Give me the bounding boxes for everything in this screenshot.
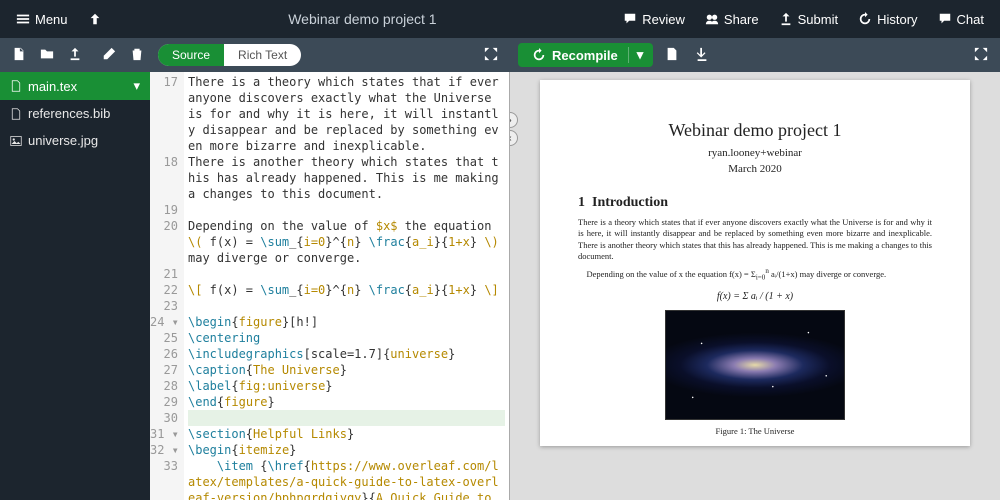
recompile-icon bbox=[532, 48, 546, 62]
up-button[interactable] bbox=[80, 8, 110, 30]
download-pdf-button[interactable] bbox=[691, 43, 713, 68]
figure-image bbox=[665, 310, 845, 420]
new-file-button[interactable] bbox=[8, 43, 30, 68]
chevron-left-icon[interactable]: ‹ bbox=[510, 130, 518, 146]
doc-title: Webinar demo project 1 bbox=[578, 120, 932, 141]
source-tab[interactable]: Source bbox=[158, 44, 224, 66]
pdf-page: Webinar demo project 1 ryan.looney+webin… bbox=[540, 80, 970, 446]
file-item[interactable]: universe.jpg bbox=[0, 127, 150, 154]
delete-button[interactable] bbox=[126, 43, 148, 68]
submit-button[interactable]: Submit bbox=[771, 8, 846, 31]
pane-divider[interactable]: › ‹ bbox=[510, 112, 518, 148]
trash-icon bbox=[130, 47, 144, 61]
pdf-preview[interactable]: › ‹ Webinar demo project 1 ryan.looney+w… bbox=[510, 72, 1000, 500]
share-button[interactable]: Share bbox=[697, 8, 767, 31]
history-icon bbox=[858, 12, 872, 26]
editor-expand-button[interactable] bbox=[480, 43, 502, 68]
doc-date: March 2020 bbox=[578, 163, 932, 175]
file-item[interactable]: references.bib bbox=[0, 100, 150, 127]
menu-button[interactable]: Menu bbox=[8, 8, 76, 31]
expand-icon bbox=[974, 47, 988, 61]
figure-caption: Figure 1: The Universe bbox=[578, 426, 932, 436]
download-icon bbox=[695, 47, 709, 61]
code-editor[interactable]: 1718192021222324 ▾25262728293031 ▾32 ▾33… bbox=[150, 72, 510, 500]
doc-author: ryan.looney+webinar bbox=[578, 147, 932, 159]
chat-button[interactable]: Chat bbox=[930, 8, 992, 31]
section-heading: 1 Introduction bbox=[578, 195, 932, 211]
main-area: main.tex▾references.bibuniverse.jpg 1718… bbox=[0, 72, 1000, 500]
upload-icon bbox=[68, 47, 82, 61]
rename-button[interactable] bbox=[98, 43, 120, 68]
pencil-icon bbox=[102, 47, 116, 61]
chevron-right-icon[interactable]: › bbox=[510, 112, 518, 128]
review-button[interactable]: Review bbox=[615, 8, 693, 31]
submit-icon bbox=[779, 12, 793, 26]
file-item[interactable]: main.tex▾ bbox=[0, 72, 150, 100]
expand-icon bbox=[484, 47, 498, 61]
preview-expand-button[interactable] bbox=[970, 43, 992, 68]
recompile-dropdown[interactable]: ▾ bbox=[628, 47, 644, 63]
paragraph: Depending on the value of x the equation… bbox=[578, 267, 932, 283]
new-file-icon bbox=[12, 47, 26, 61]
history-button[interactable]: History bbox=[850, 8, 925, 31]
line-gutter: 1718192021222324 ▾25262728293031 ▾32 ▾33… bbox=[150, 72, 184, 500]
toolbar: Source Rich Text Recompile ▾ bbox=[0, 38, 1000, 72]
equation: f(x) = Σ aᵢ / (1 + x) bbox=[578, 291, 932, 302]
logs-button[interactable] bbox=[661, 43, 683, 68]
project-title: Webinar demo project 1 bbox=[114, 11, 612, 27]
share-icon bbox=[705, 12, 719, 26]
code-area[interactable]: There is a theory which states that if e… bbox=[184, 72, 509, 500]
editor-mode-toggle: Source Rich Text bbox=[158, 44, 301, 66]
menu-icon bbox=[16, 12, 30, 26]
up-arrow-icon bbox=[88, 12, 102, 26]
file-tree: main.tex▾references.bibuniverse.jpg bbox=[0, 72, 150, 500]
upload-button[interactable] bbox=[64, 43, 86, 68]
chat-icon bbox=[938, 12, 952, 26]
menu-label: Menu bbox=[35, 12, 68, 27]
recompile-button[interactable]: Recompile ▾ bbox=[518, 43, 653, 67]
review-icon bbox=[623, 12, 637, 26]
file-icon bbox=[665, 47, 679, 61]
folder-icon bbox=[40, 47, 54, 61]
rich-text-tab[interactable]: Rich Text bbox=[224, 44, 301, 66]
top-bar: Menu Webinar demo project 1 Review Share… bbox=[0, 0, 1000, 38]
new-folder-button[interactable] bbox=[36, 43, 58, 68]
paragraph: There is a theory which states that if e… bbox=[578, 217, 932, 263]
